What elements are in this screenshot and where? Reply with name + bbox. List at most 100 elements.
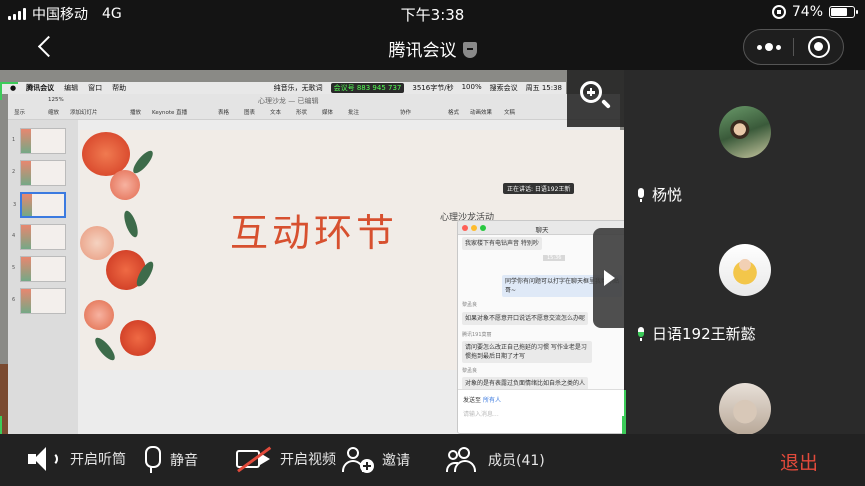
toolbar-zoom-value: 125% xyxy=(48,97,64,103)
toolbar-view: 显示 xyxy=(14,110,26,116)
participant-name: 日语192王新懿 xyxy=(652,325,756,343)
slide-thumbnail: 1 xyxy=(12,128,66,154)
share-border-corner xyxy=(0,416,2,434)
shield-icon xyxy=(462,42,477,58)
avatar[interactable] xyxy=(719,106,771,158)
expand-panel-button[interactable] xyxy=(593,228,624,328)
video-off-icon xyxy=(236,446,272,473)
speaker-label: 开启听筒 xyxy=(70,452,126,468)
zoom-handle xyxy=(601,99,611,109)
slide-thumbnail: 2 xyxy=(12,160,66,186)
toolbar-comment: 批注 xyxy=(348,110,360,116)
toolbar-chart: 图表 xyxy=(244,110,256,116)
invite-button[interactable]: 邀请 xyxy=(342,446,410,474)
chat-timestamp: 15:36 xyxy=(543,255,566,261)
invite-label: 邀请 xyxy=(382,453,410,469)
apple-icon: ● xyxy=(10,84,17,92)
status-bar: 中国移动 4G 下午3:38 74% xyxy=(0,0,865,26)
more-dots-icon xyxy=(756,43,781,51)
chat-message: 如果对象不愿意开口说话不愿意交流怎么办呢 xyxy=(462,312,589,325)
clock: 下午3:38 xyxy=(400,6,465,24)
zoom-in-button[interactable] xyxy=(567,70,624,127)
mac-menu-bar: ● 腾讯会议 编辑 窗口 帮助 纯音乐，无歌词 会议号 883 945 737 … xyxy=(0,82,566,94)
mac-now-playing: 纯音乐，无歌词 xyxy=(273,84,323,92)
nav-bar: 腾讯会议 xyxy=(0,26,865,70)
speaker-button[interactable]: 开启听筒 xyxy=(28,446,126,472)
flower-decoration xyxy=(110,170,140,200)
more-button[interactable] xyxy=(744,30,793,64)
mac-meeting-id: 会议号 883 945 737 xyxy=(330,83,405,93)
mute-label: 静音 xyxy=(170,453,198,469)
send-to-target: 所有人 xyxy=(482,397,501,404)
chat-sender: 腾讯191莫丽 xyxy=(462,332,492,338)
mac-menu-item: 编辑 xyxy=(64,84,79,92)
slide-navigator: 1 2 3 4 5 6 xyxy=(8,120,78,434)
toolbar-live: Keynote 直播 xyxy=(152,110,188,116)
mac-menu-item: 窗口 xyxy=(88,84,103,92)
participants-panel: 杨悦 日语192王新懿 xyxy=(624,70,865,434)
close-mini-program-button[interactable] xyxy=(794,30,843,64)
slide-title: 互动环节 xyxy=(230,211,399,255)
battery-percent: 74% xyxy=(791,4,823,20)
meeting-toolbar: 开启听筒 静音 开启视频 邀请 成员(41) 退出 xyxy=(0,434,865,486)
participant-row: 日语192王新懿 xyxy=(636,323,756,344)
speaker-icon xyxy=(28,446,62,472)
keynote-doc-title: 心理沙龙 — 已编辑 xyxy=(258,97,319,105)
slide-thumbnail: 5 xyxy=(12,256,66,282)
mute-button[interactable]: 静音 xyxy=(140,446,198,474)
toolbar-zoom: 缩放 xyxy=(48,110,60,116)
participant-name: 杨悦 xyxy=(652,186,683,204)
keynote-toolbar: 心理沙龙 — 已编辑 显示 125% 缩放 添加幻灯片 播放 Keynote 直… xyxy=(8,94,620,120)
speaking-indicator: 正在讲话: 日语192王新 xyxy=(503,183,575,194)
toolbar-animate: 动画效果 xyxy=(470,110,493,116)
exit-button[interactable]: 退出 xyxy=(780,448,818,475)
send-to-row: 发送至 所有人 xyxy=(463,395,501,404)
participant-row: 杨悦 xyxy=(636,184,682,205)
avatar[interactable] xyxy=(719,244,771,296)
microphone-icon xyxy=(140,446,162,474)
mic-icon xyxy=(636,187,646,202)
chat-sender: 黎孟良 xyxy=(462,302,478,308)
target-icon xyxy=(807,36,830,58)
mac-app-name: 腾讯会议 xyxy=(26,84,55,92)
toolbar-play: 播放 xyxy=(130,110,142,116)
video-button[interactable]: 开启视频 xyxy=(236,446,336,473)
rotation-lock-icon xyxy=(771,5,786,19)
toolbar-format: 格式 xyxy=(448,110,460,116)
chat-message: 我家楼下有电钻声音 特别吵 xyxy=(462,237,542,250)
avatar[interactable] xyxy=(719,383,771,434)
slide-thumbnail: 6 xyxy=(12,288,66,314)
members-button[interactable]: 成员(41) xyxy=(446,446,545,474)
nav-title-text: 腾讯会议 xyxy=(388,41,457,61)
chat-input-placeholder: 请输入消息... xyxy=(463,411,499,418)
mac-net-speed: 3516字节/秒 xyxy=(412,84,454,92)
shared-screen: ● 腾讯会议 编辑 窗口 帮助 纯音乐，无歌词 会议号 883 945 737 … xyxy=(0,70,624,434)
chat-input-area: 发送至 所有人 请输入消息... xyxy=(458,389,624,433)
chat-sender: 黎孟良 xyxy=(462,368,478,374)
toolbar-document: 文稿 xyxy=(504,110,516,116)
toolbar-collab: 协作 xyxy=(400,110,412,116)
share-border-corner xyxy=(0,82,2,100)
video-label: 开启视频 xyxy=(280,452,336,468)
toolbar-add-slide: 添加幻灯片 xyxy=(70,110,98,116)
meeting-title: 腾讯会议 xyxy=(0,36,865,61)
mac-search: 搜索会议 xyxy=(489,84,518,92)
flower-decoration xyxy=(80,226,114,260)
mic-active-icon xyxy=(636,326,646,341)
toolbar-text: 文本 xyxy=(270,110,282,116)
members-icon xyxy=(446,446,480,474)
flower-decoration xyxy=(84,300,114,330)
add-user-icon xyxy=(342,446,374,474)
slide-thumbnail: 4 xyxy=(12,224,66,250)
mac-battery: 100% xyxy=(461,83,482,91)
chat-message: 请问要怎么改正自己拖延的习惯 写作业老是习惯拖到最后日期了才写 xyxy=(462,341,592,363)
flower-decoration xyxy=(120,320,156,356)
slide-thumbnail: 3 xyxy=(13,192,66,218)
send-to-label: 发送至 xyxy=(463,397,482,404)
members-label: 成员(41) xyxy=(488,453,545,469)
leaf-decoration xyxy=(121,209,141,239)
leaf-decoration xyxy=(130,148,156,176)
mac-menu-item: 帮助 xyxy=(112,84,127,92)
toolbar-shape: 形状 xyxy=(296,110,308,116)
mac-clock: 周五 15:38 xyxy=(525,84,562,92)
